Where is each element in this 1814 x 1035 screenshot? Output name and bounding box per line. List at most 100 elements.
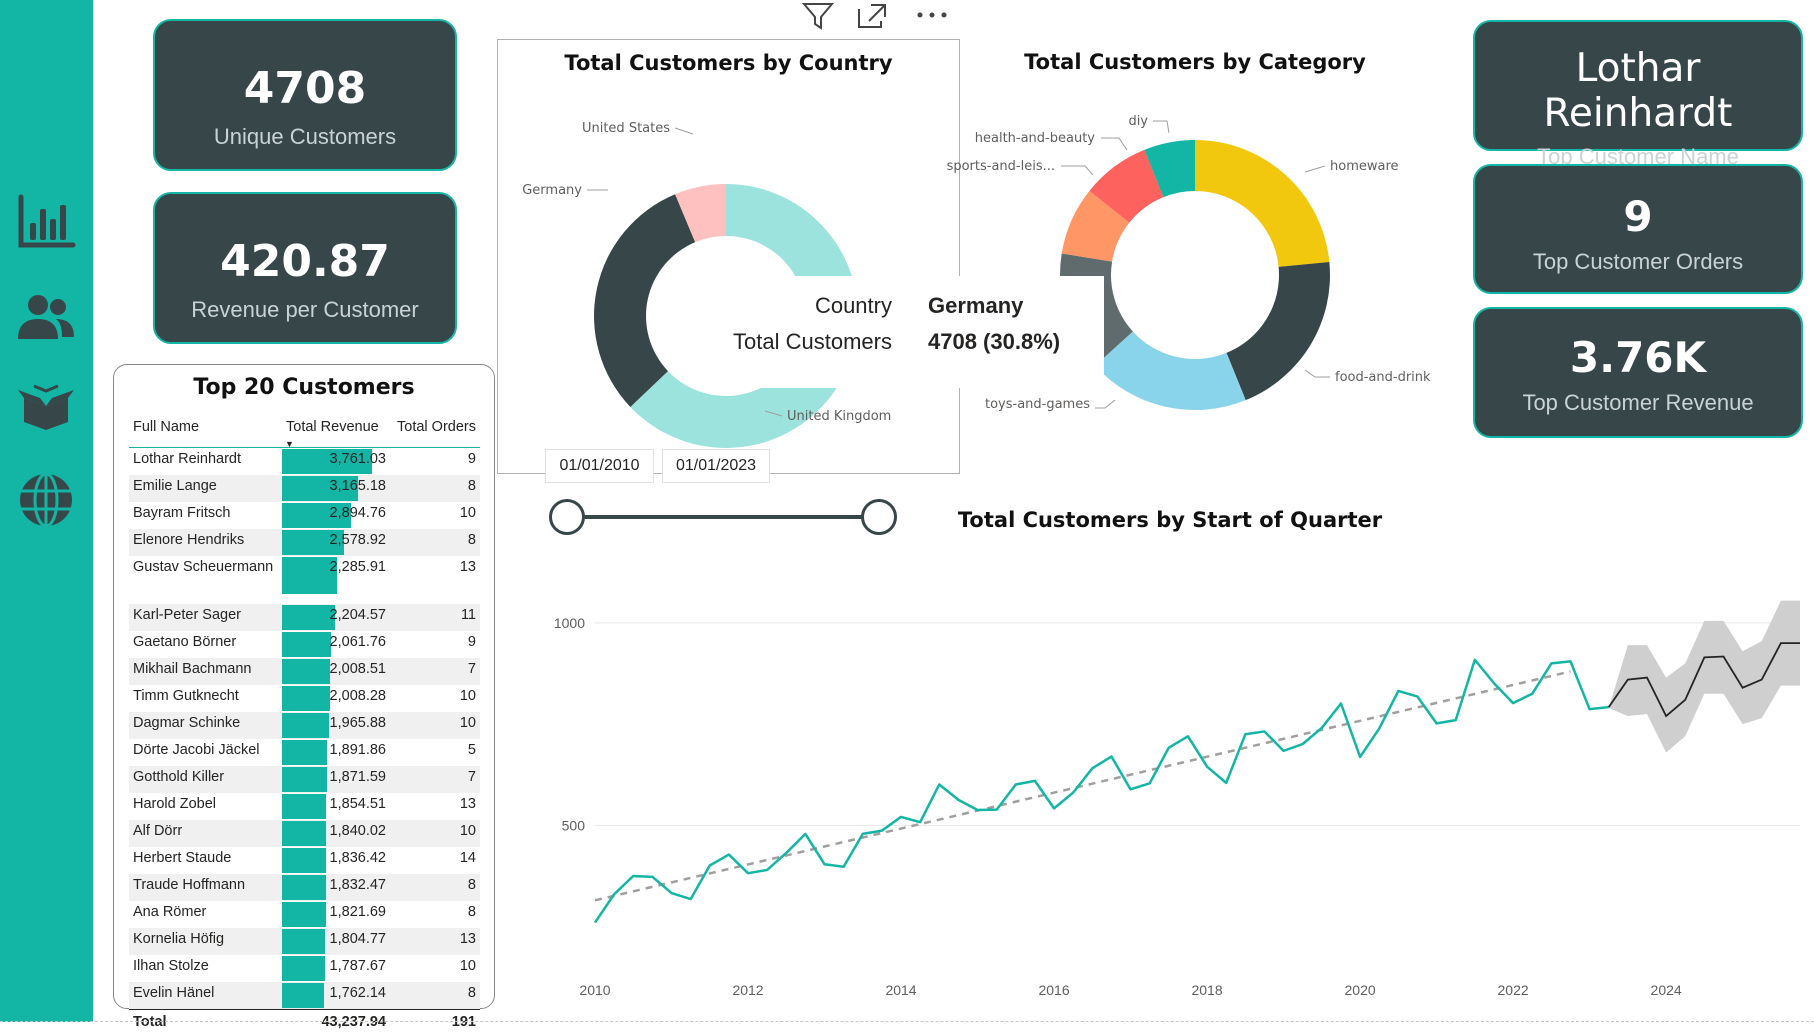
revenue-data-bar — [282, 766, 327, 792]
revenue-value: 1,854.51 — [329, 795, 386, 812]
row-full-name: Emilie Lange — [133, 477, 217, 494]
table-row[interactable]: Herbert Staude 1,836.42 14 — [129, 847, 480, 874]
row-full-name: Timm Gutknecht — [133, 687, 239, 704]
tooltip-field2-label: Total Customers — [733, 329, 892, 354]
row-total-orders: 9 — [467, 450, 476, 467]
column-header-full-name[interactable]: Full Name — [129, 413, 282, 447]
x-tick-label: 2012 — [732, 982, 763, 998]
revenue-per-customer-card: 420.87 Revenue per Customer — [153, 192, 457, 344]
more-options-icon[interactable] — [915, 10, 949, 20]
x-tick-label: 2016 — [1038, 982, 1069, 998]
revenue-value: 1,836.42 — [329, 849, 386, 866]
revenue-data-bar — [282, 604, 335, 630]
x-tick-label: 2020 — [1345, 982, 1376, 998]
revenue-value: 2,578.92 — [329, 531, 386, 548]
row-full-name: Ilhan Stolze — [133, 957, 209, 974]
row-total-revenue: 1,891.86 — [282, 739, 390, 766]
table-row[interactable]: Mikhail Bachmann 2,008.51 7 — [129, 657, 480, 685]
table-row[interactable]: Kornelia Höfig 1,804.77 13 — [129, 927, 480, 955]
table-row[interactable]: Gotthold Killer 1,871.59 7 — [129, 765, 480, 793]
donut-slice[interactable] — [1195, 140, 1330, 267]
table-row[interactable]: Dörte Jacobi Jäckel 1,891.86 5 — [129, 739, 480, 766]
revenue-value: 2,894.76 — [329, 504, 386, 521]
table-row[interactable]: Karl-Peter Sager 2,204.57 11 — [129, 603, 480, 631]
row-total-revenue: 1,840.02 — [282, 820, 390, 847]
date-range-end-handle[interactable] — [861, 499, 897, 535]
row-full-name: Herbert Staude — [133, 849, 232, 866]
donut-label: homeware — [1330, 159, 1399, 174]
top-customers-title: Top 20 Customers — [193, 375, 415, 400]
row-total-revenue: 2,894.76 — [282, 502, 390, 529]
row-full-name: Evelin Hänel — [133, 984, 215, 1001]
unique-customers-value: 4708 — [243, 63, 367, 114]
row-total-orders: 8 — [467, 477, 476, 494]
table-row[interactable]: Elenore Hendriks 2,578.92 8 — [129, 528, 480, 556]
table-row[interactable]: Evelin Hänel 1,762.14 8 — [129, 981, 480, 1009]
table-row[interactable]: Emilie Lange 3,165.18 8 — [129, 474, 480, 502]
table-row[interactable]: Timm Gutknecht 2,008.28 10 — [129, 685, 480, 712]
date-range-slider[interactable] — [545, 496, 901, 538]
row-total-revenue: 2,285.91 — [282, 556, 390, 604]
column-header-total-orders[interactable]: Total Orders — [390, 413, 480, 447]
revenue-data-bar — [282, 685, 331, 711]
table-row[interactable]: Harold Zobel 1,854.51 13 — [129, 793, 480, 820]
revenue-value: 3,761.03 — [329, 450, 386, 467]
revenue-data-bar — [282, 847, 326, 873]
table-row[interactable]: Bayram Fritsch 2,894.76 10 — [129, 502, 480, 529]
filter-icon[interactable] — [802, 2, 834, 30]
top-customer-revenue-value: 3.76K — [1569, 333, 1707, 382]
table-row[interactable]: Gaetano Börner 2,061.76 9 — [129, 631, 480, 658]
x-tick-label: 2018 — [1191, 982, 1222, 998]
table-row[interactable]: Dagmar Schinke 1,965.88 10 — [129, 711, 480, 739]
table-row[interactable]: Ilhan Stolze 1,787.67 10 — [129, 955, 480, 982]
row-total-orders: 13 — [459, 795, 476, 812]
row-full-name: Elenore Hendriks — [133, 531, 245, 548]
row-total-orders: 13 — [459, 558, 476, 575]
donut-leader-line — [1304, 369, 1330, 378]
row-total-orders: 8 — [467, 903, 476, 920]
revenue-data-bar — [282, 631, 332, 657]
revenue-value: 1,871.59 — [329, 768, 386, 785]
customers-by-quarter-line-chart[interactable]: 500 1000 2010 2012 2014 2016 2018 2020 2022 2024 — [520, 545, 1810, 1005]
nav-bar-chart-button[interactable] — [12, 188, 80, 256]
revenue-data-bar — [282, 556, 337, 594]
chart-tooltip: Country Germany Total Customers 4708 (30… — [700, 276, 1104, 388]
donut-leader-line — [1095, 399, 1116, 409]
nav-geography-button[interactable] — [12, 466, 80, 534]
row-total-revenue: 2,008.51 — [282, 658, 390, 685]
table-row[interactable]: Ana Römer 1,821.69 8 — [129, 901, 480, 928]
table-row[interactable]: Alf Dörr 1,840.02 10 — [129, 819, 480, 847]
revenue-value: 3,165.18 — [329, 477, 386, 494]
date-slicer-start-input[interactable]: 01/01/2010 — [545, 449, 654, 483]
donut-slice[interactable] — [1226, 262, 1330, 401]
donut-leader-line — [1153, 120, 1170, 134]
date-range-start-handle[interactable] — [549, 499, 585, 535]
donut-leader-line — [1101, 137, 1128, 151]
donut-slice-germany[interactable] — [594, 194, 696, 407]
nav-products-button[interactable] — [12, 374, 80, 442]
table-row[interactable]: Lothar Reinhardt 3,761.03 9 — [129, 447, 480, 475]
top-customers-table-panel: Top 20 Customers Full Name Total Revenue… — [113, 364, 495, 1030]
row-total-revenue: 1,832.47 — [282, 874, 390, 901]
donut-label: toys-and-games — [985, 397, 1090, 412]
row-full-name: Gotthold Killer — [133, 768, 225, 785]
table-row[interactable]: Traude Hoffmann 1,832.47 8 — [129, 873, 480, 901]
country-donut-chart[interactable]: United Kingdom Germany United States — [497, 39, 960, 474]
row-total-revenue: 3,761.03 — [282, 447, 390, 475]
column-header-total-revenue[interactable]: Total Revenue ▼ — [282, 413, 390, 449]
x-tick-label: 2024 — [1651, 982, 1682, 998]
table-row[interactable]: Gustav Scheuermann 2,285.91 13 — [129, 556, 480, 604]
date-slicer-end-input[interactable]: 01/01/2023 — [662, 449, 770, 483]
row-full-name: Dagmar Schinke — [133, 714, 241, 731]
focus-mode-icon[interactable] — [857, 3, 887, 29]
revenue-value: 1,787.67 — [329, 957, 386, 974]
nav-customers-button[interactable] — [12, 284, 80, 352]
row-total-orders: 9 — [467, 633, 476, 650]
row-full-name: Karl-Peter Sager — [133, 606, 241, 623]
donut-leader-line — [1304, 165, 1326, 173]
row-full-name: Gustav Scheuermann — [133, 558, 274, 575]
row-full-name: Ana Römer — [133, 903, 207, 920]
donut-label: Germany — [522, 183, 582, 198]
revenue-per-customer-label: Revenue per Customer — [191, 297, 419, 322]
row-total-orders: 10 — [459, 687, 476, 704]
